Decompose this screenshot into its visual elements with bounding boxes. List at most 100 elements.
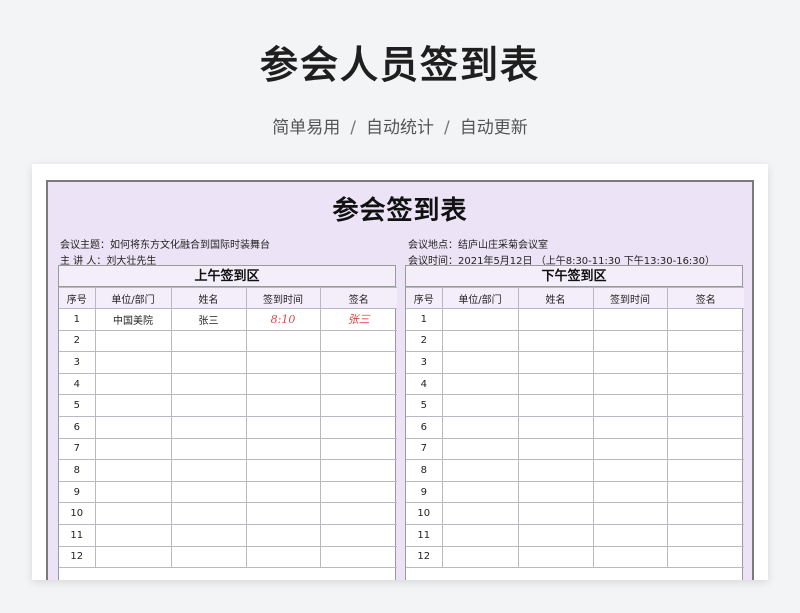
cell-sign[interactable] (666, 394, 744, 417)
cell-time[interactable] (592, 480, 668, 504)
cell-dept[interactable] (94, 372, 172, 396)
cell-name[interactable] (170, 351, 247, 374)
cell-sign[interactable] (666, 308, 744, 331)
cell-sign[interactable] (666, 415, 744, 439)
cell-name[interactable] (170, 415, 247, 439)
cell-sign[interactable] (319, 394, 397, 417)
cell-dept[interactable] (94, 480, 172, 504)
location-value[interactable]: 结庐山庄采菊会议室 (458, 240, 548, 251)
cell-name[interactable] (170, 459, 247, 482)
cell-name[interactable] (170, 480, 247, 504)
cell-dept[interactable] (94, 394, 172, 417)
cell-sign[interactable] (319, 415, 397, 439)
cell-name[interactable] (170, 372, 247, 396)
cell-sign[interactable] (666, 480, 744, 504)
cell-sign[interactable] (666, 351, 744, 374)
cell-sign[interactable] (319, 523, 397, 547)
cell-sign[interactable]: 张三 (319, 308, 397, 331)
cell-time[interactable] (592, 415, 668, 439)
cell-dept[interactable]: 中国美院 (94, 308, 172, 331)
cell-sign[interactable] (319, 480, 397, 504)
feature-3: 自动更新 (459, 118, 528, 138)
cell-dept[interactable] (441, 308, 519, 331)
cell-name[interactable] (517, 308, 594, 331)
cell-time[interactable] (245, 523, 321, 547)
topic-value[interactable]: 如何将东方文化融合到国际时装舞台 (110, 240, 270, 251)
cell-time[interactable] (592, 459, 668, 482)
cell-name[interactable] (517, 459, 594, 482)
cell-dept[interactable] (441, 545, 519, 569)
cell-dept[interactable] (441, 459, 519, 482)
cell-dept[interactable] (94, 523, 172, 547)
cell-time[interactable] (592, 502, 668, 525)
cell-name[interactable] (170, 523, 247, 547)
cell-name[interactable] (170, 437, 247, 461)
cell-sign[interactable] (666, 459, 744, 482)
cell-time[interactable]: 8:10 (245, 308, 321, 331)
cell-name[interactable] (170, 329, 247, 353)
cell-dept[interactable] (441, 502, 519, 525)
cell-dept[interactable] (441, 329, 519, 353)
cell-dept[interactable] (441, 351, 519, 374)
cell-sign[interactable] (666, 502, 744, 525)
cell-name[interactable] (517, 415, 594, 439)
cell-sign[interactable] (319, 459, 397, 482)
cell-name[interactable] (170, 502, 247, 525)
cell-time[interactable] (245, 480, 321, 504)
cell-time[interactable] (592, 394, 668, 417)
cell-name[interactable] (517, 545, 594, 569)
cell-time[interactable] (245, 459, 321, 482)
cell-sign[interactable] (666, 437, 744, 461)
cell-sign[interactable] (666, 329, 744, 353)
cell-dept[interactable] (94, 415, 172, 439)
cell-sign[interactable] (666, 523, 744, 547)
cell-time[interactable] (245, 372, 321, 396)
cell-time[interactable] (592, 545, 668, 569)
cell-dept[interactable] (441, 480, 519, 504)
cell-time[interactable] (245, 351, 321, 374)
cell-sign[interactable] (319, 351, 397, 374)
cell-time[interactable] (592, 372, 668, 396)
cell-sign[interactable] (319, 502, 397, 525)
cell-name[interactable] (517, 437, 594, 461)
cell-dept[interactable] (94, 502, 172, 525)
cell-sign[interactable] (319, 437, 397, 461)
cell-time[interactable] (592, 523, 668, 547)
cell-time[interactable] (592, 308, 668, 331)
cell-dept[interactable] (441, 415, 519, 439)
cell-name[interactable] (517, 351, 594, 374)
cell-name[interactable] (517, 502, 594, 525)
cell-dept[interactable] (441, 394, 519, 417)
cell-name[interactable]: 张三 (170, 308, 247, 331)
cell-time[interactable] (592, 329, 668, 353)
cell-dept[interactable] (94, 351, 172, 374)
cell-time[interactable] (245, 415, 321, 439)
cell-name[interactable] (517, 523, 594, 547)
cell-dept[interactable] (94, 545, 172, 569)
cell-dept[interactable] (94, 459, 172, 482)
cell-time[interactable] (592, 351, 668, 374)
cell-name[interactable] (517, 394, 594, 417)
cell-dept[interactable] (441, 523, 519, 547)
cell-dept[interactable] (441, 372, 519, 396)
cell-sign[interactable] (319, 372, 397, 396)
cell-time[interactable] (245, 502, 321, 525)
cell-sign[interactable] (666, 372, 744, 396)
cell-time[interactable] (245, 545, 321, 569)
cell-time[interactable] (592, 437, 668, 461)
cell-name[interactable] (170, 394, 247, 417)
cell-name[interactable] (517, 372, 594, 396)
cell-name[interactable] (517, 480, 594, 504)
cell-time[interactable] (245, 329, 321, 353)
cell-name[interactable] (517, 329, 594, 353)
cell-no: 4 (406, 372, 443, 396)
cell-sign[interactable] (319, 545, 397, 569)
cell-sign[interactable] (666, 545, 744, 569)
cell-dept[interactable] (94, 437, 172, 461)
cell-name[interactable] (170, 545, 247, 569)
cell-time[interactable] (245, 394, 321, 417)
cell-time[interactable] (245, 437, 321, 461)
cell-dept[interactable] (441, 437, 519, 461)
cell-sign[interactable] (319, 329, 397, 353)
cell-dept[interactable] (94, 329, 172, 353)
